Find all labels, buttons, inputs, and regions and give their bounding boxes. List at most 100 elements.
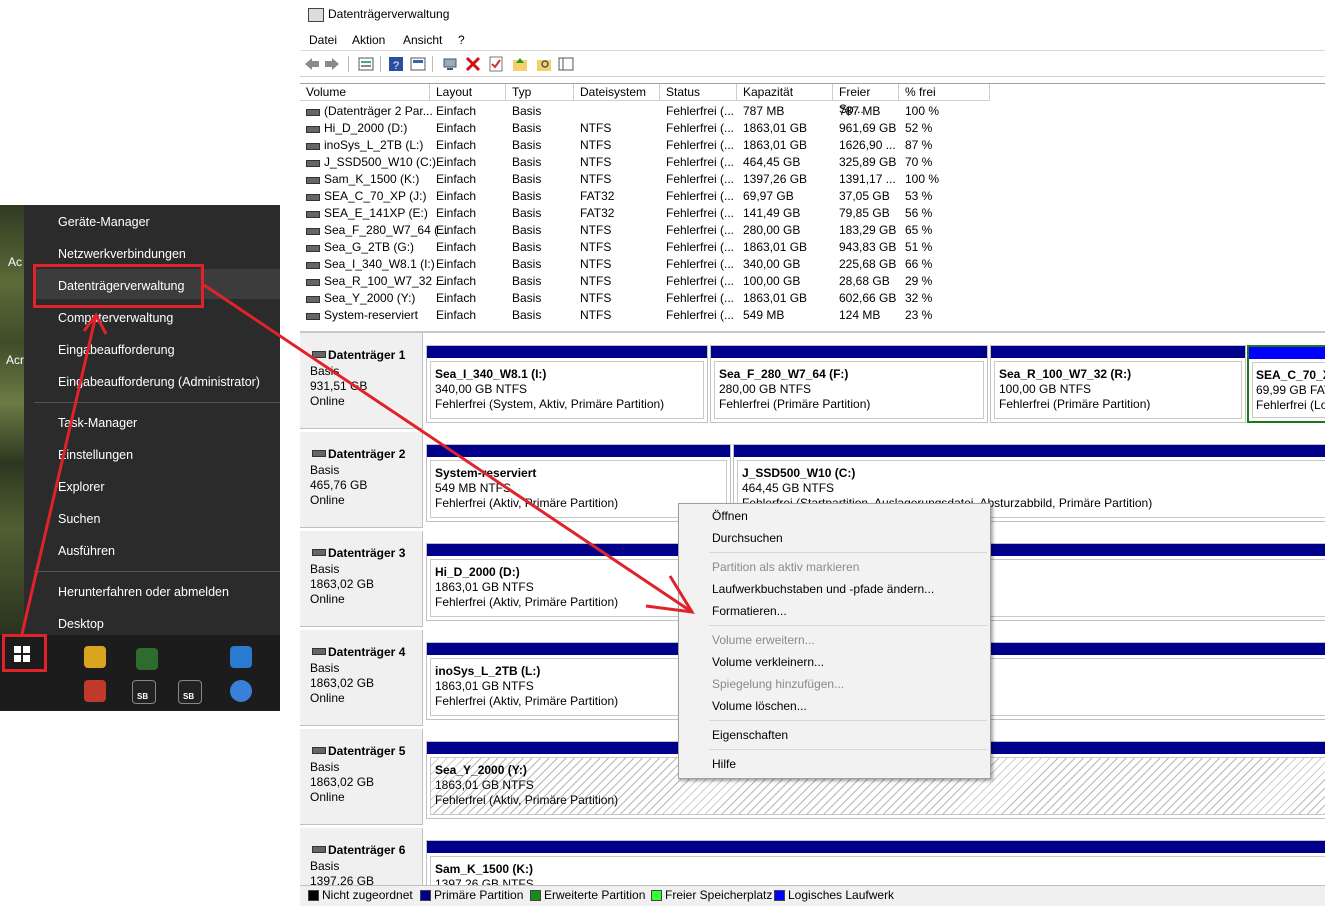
menu-ansicht[interactable]: Ansicht (403, 33, 442, 47)
forward-arrow-icon[interactable] (324, 56, 340, 72)
disk-status: Online (310, 691, 345, 705)
table-row[interactable]: (Datenträger 2 Par... Einfach Basis Fehlerf… (300, 103, 990, 120)
ctx-item-volume-verkleinern[interactable]: Volume verkleinern... (712, 655, 824, 669)
table-cell: 87 % (905, 138, 933, 152)
volume-icon (306, 194, 320, 201)
disk-icon (312, 648, 326, 655)
table-cell: 124 MB (839, 308, 881, 322)
back-arrow-icon[interactable] (304, 56, 320, 72)
winx-item-eingabeaufforderung[interactable]: Eingabeaufforderung (58, 343, 175, 357)
menu-aktion[interactable]: Aktion (352, 33, 385, 47)
table-cell: 29 % (905, 274, 933, 288)
soundblaster-icon[interactable]: SB (178, 680, 202, 704)
column-header-status[interactable]: Status (660, 84, 737, 101)
app-icon[interactable] (84, 646, 106, 668)
partition[interactable]: Sea_F_280_W7_64 (F:) 280,00 GB NTFS Fehl… (710, 345, 988, 423)
column-header-dateisystem[interactable]: Dateisystem (574, 84, 660, 101)
up-folder-icon[interactable] (512, 56, 528, 72)
ctx-item-laufwerkbuchstaben[interactable]: Laufwerkbuchstaben und -pfade ändern... (712, 582, 934, 596)
winx-item-herunterfahren[interactable]: Herunterfahren oder abmelden (58, 585, 229, 599)
ctx-item-hilfe[interactable]: Hilfe (712, 757, 736, 771)
column-header-layout[interactable]: Layout (430, 84, 506, 101)
table-row[interactable]: J_SSD500_W10 (C:) Einfach Basis NTFS Fehlerf… (300, 154, 990, 171)
winx-item-eingabeaufforderung-admin[interactable]: Eingabeaufforderung (Administrator) (58, 375, 260, 389)
disk-label[interactable]: Datenträger 1 Basis 931,51 GB Online (300, 333, 423, 429)
winx-item-explorer[interactable]: Explorer (58, 480, 105, 494)
properties-icon[interactable] (410, 56, 426, 72)
table-cell: Basis (512, 172, 542, 186)
table-cell: Basis (512, 189, 542, 203)
table-row[interactable]: Sea_R_100_W7_32 ... Einfach Basis NTFS Fehle… (300, 273, 990, 290)
partition-size: 280,00 GB NTFS (719, 382, 812, 396)
disk-label[interactable]: Datenträger 3 Basis 1863,02 GB Online (300, 531, 423, 627)
table-cell: 549 MB (743, 308, 785, 322)
disk-label[interactable]: Datenträger 5 Basis 1863,02 GB Online (300, 729, 423, 825)
delete-icon[interactable] (465, 56, 481, 72)
menu-bar: Datei Aktion Ansicht ? (300, 30, 1325, 51)
partition[interactable]: Sam_K_1500 (K:) 1397,26 GB NTFS (426, 840, 1325, 887)
ctx-item-oeffnen[interactable]: Öffnen (712, 509, 748, 523)
column-header-prozent-frei[interactable]: % frei (899, 84, 990, 101)
column-header-typ[interactable]: Typ (506, 84, 574, 101)
partition-status: Fehlerfrei (Lo (1256, 398, 1325, 412)
table-cell: Basis (512, 291, 542, 305)
table-cell: Sea_I_340_W8.1 (I:) (324, 257, 435, 271)
disc-icon[interactable] (230, 680, 252, 702)
app-icon[interactable] (84, 680, 106, 702)
table-row[interactable]: Hi_D_2000 (D:) Einfach Basis NTFS Fehlerfrei… (300, 120, 990, 137)
table-row[interactable]: SEA_C_70_XP (J:) Einfach Basis FAT32 Fehlerf… (300, 188, 990, 205)
disk-type: Basis (310, 760, 340, 774)
taskbar-icons: SB SB (80, 646, 280, 711)
table-cell: Fehlerfrei (... (666, 172, 735, 186)
soundblaster-icon[interactable]: SB (132, 680, 156, 704)
table-row[interactable]: Sam_K_1500 (K:) Einfach Basis NTFS Fehlerfre… (300, 171, 990, 188)
legend-label: Primäre Partition (434, 888, 524, 902)
menu-help[interactable]: ? (458, 33, 465, 47)
ctx-item-formatieren[interactable]: Formatieren... (712, 604, 787, 618)
connect-icon[interactable] (442, 56, 458, 72)
table-cell: 340,00 GB (743, 257, 801, 271)
winx-item-netzwerkverbindungen[interactable]: Netzwerkverbindungen (58, 247, 186, 261)
partition-extended[interactable]: SEA_C_70_XP 69,99 GB FAT Fehlerfrei (Lo (1247, 345, 1325, 423)
table-row[interactable]: System-reserviert Einfach Basis NTFS Fehlerf… (300, 307, 990, 324)
check-icon[interactable] (488, 56, 504, 72)
column-header-kapazitaet[interactable]: Kapazität (737, 84, 833, 101)
table-cell: 943,83 GB (839, 240, 897, 254)
app-icon[interactable] (136, 648, 158, 670)
volume-icon (306, 211, 320, 218)
winx-item-computerverwaltung[interactable]: Computerverwaltung (58, 311, 173, 325)
table-cell: 1626,90 ... (839, 138, 896, 152)
winx-item-einstellungen[interactable]: Einstellungen (58, 448, 133, 462)
app-icon[interactable] (230, 646, 252, 668)
table-cell: inoSys_L_2TB (L:) (324, 138, 424, 152)
column-header-volume[interactable]: Volume (300, 84, 430, 101)
winx-item-geraete-manager[interactable]: Geräte-Manager (58, 215, 150, 229)
table-row[interactable]: inoSys_L_2TB (L:) Einfach Basis NTFS Fehlerf… (300, 137, 990, 154)
partition[interactable]: Sea_I_340_W8.1 (I:) 340,00 GB NTFS Fehle… (426, 345, 708, 423)
layout-icon[interactable] (558, 56, 574, 72)
ctx-item-volume-loeschen[interactable]: Volume löschen... (712, 699, 807, 713)
winx-item-desktop[interactable]: Desktop (58, 617, 104, 631)
help-icon[interactable]: ? (388, 56, 404, 72)
disk-label[interactable]: Datenträger 2 Basis 465,76 GB Online (300, 432, 423, 528)
winx-item-suchen[interactable]: Suchen (58, 512, 100, 526)
table-row[interactable]: Sea_G_2TB (G:) Einfach Basis NTFS Fehlerfrei… (300, 239, 990, 256)
search-folder-icon[interactable] (536, 56, 552, 72)
menu-datei[interactable]: Datei (309, 33, 337, 47)
table-row[interactable]: SEA_E_141XP (E:) Einfach Basis FAT32 Fehlerf… (300, 205, 990, 222)
ctx-item-eigenschaften[interactable]: Eigenschaften (712, 728, 788, 742)
disk-list-icon[interactable] (358, 56, 374, 72)
disk-label[interactable]: Datenträger 4 Basis 1863,02 GB Online (300, 630, 423, 726)
disk-label[interactable]: Datenträger 6 Basis 1397,26 GB (300, 828, 423, 887)
winx-item-task-manager[interactable]: Task-Manager (58, 416, 137, 430)
table-row[interactable]: Sea_F_280_W7_64 (... Einfach Basis NTFS Fehl… (300, 222, 990, 239)
table-row[interactable]: Sea_I_340_W8.1 (I:) Einfach Basis NTFS Fehle… (300, 256, 990, 273)
desktop-icon-label: Ac (8, 255, 23, 269)
table-cell: NTFS (580, 138, 612, 152)
table-cell: FAT32 (580, 189, 615, 203)
column-header-freier-speicher[interactable]: Freier Sp... (833, 84, 899, 116)
winx-item-ausfuehren[interactable]: Ausführen (58, 544, 115, 558)
ctx-item-durchsuchen[interactable]: Durchsuchen (712, 531, 783, 545)
table-row[interactable]: Sea_Y_2000 (Y:) Einfach Basis NTFS Fehlerfre… (300, 290, 990, 307)
partition[interactable]: Sea_R_100_W7_32 (R:) 100,00 GB NTFS Fehl… (990, 345, 1246, 423)
